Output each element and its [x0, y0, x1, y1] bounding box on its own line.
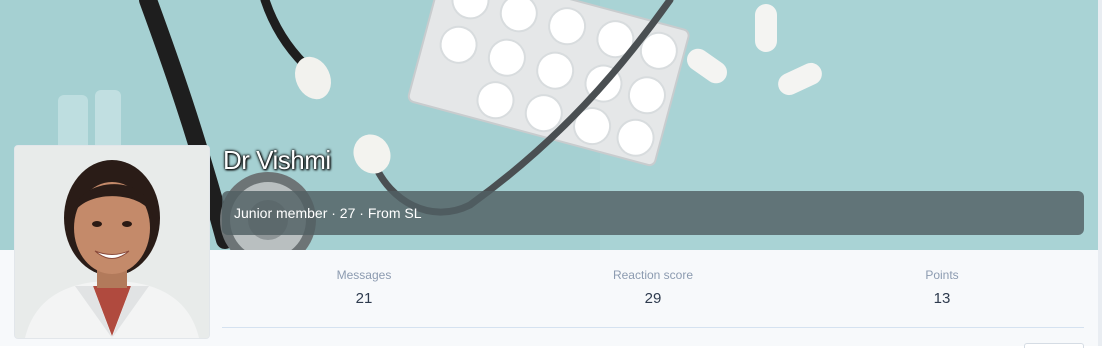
divider [222, 327, 1084, 328]
stat-value: 13 [933, 290, 951, 307]
avatar[interactable] [14, 145, 210, 339]
stat-messages[interactable]: Messages 21 [264, 268, 464, 307]
stat-value: 21 [355, 290, 373, 307]
page-scrollbar[interactable] [1098, 0, 1102, 346]
stat-label: Messages [336, 268, 392, 282]
profile-name: Dr Vishmi [223, 145, 331, 175]
stat-value: 29 [644, 290, 662, 307]
member-info-text: Junior member · 27 · From SL [234, 205, 422, 221]
stat-reaction-score[interactable]: Reaction score 29 [553, 268, 753, 307]
stat-label: Reaction score [612, 268, 694, 282]
avatar-image [15, 146, 209, 338]
stat-points[interactable]: Points 13 [842, 268, 1042, 307]
member-info-bar: Junior member · 27 · From SL [222, 191, 1084, 235]
stat-label: Points [925, 268, 959, 282]
